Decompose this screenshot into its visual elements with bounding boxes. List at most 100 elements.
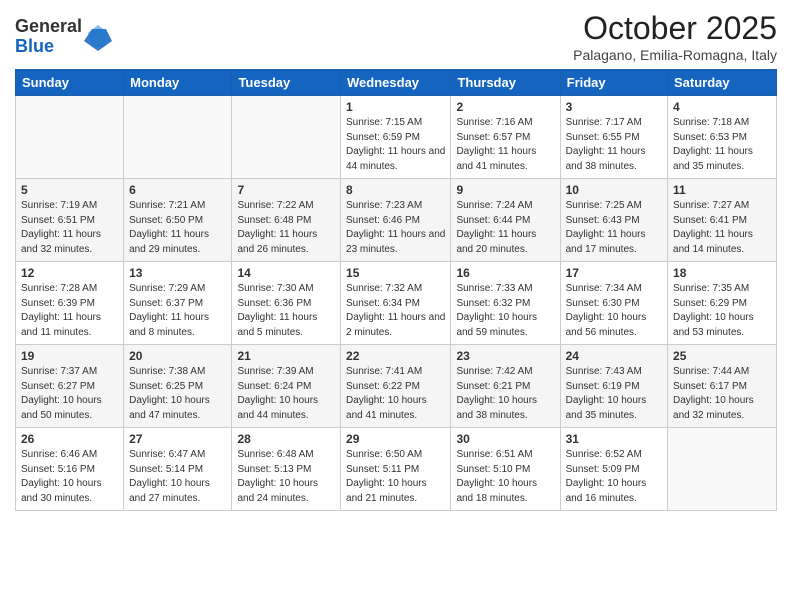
logo-text: General Blue	[15, 17, 82, 57]
table-row: 9 Sunrise: 7:24 AM Sunset: 6:44 PM Daylig…	[451, 179, 560, 262]
table-row: 25Sunrise: 7:44 AM Sunset: 6:17 PM Dayli…	[668, 345, 777, 428]
day-info: Sunrise: 6:48 AM Sunset: 5:13 PM Dayligh…	[237, 448, 335, 506]
day-number: 7	[237, 183, 335, 197]
day-info: Sunrise: 6:46 AM Sunset: 5:16 PM Dayligh…	[21, 448, 118, 506]
table-row: 4 Sunrise: 7:18 AM Sunset: 6:53 PM Daylig…	[668, 96, 777, 179]
header: General Blue October 2025 Palagano, Emil…	[15, 10, 777, 63]
day-info: Sunrise: 7:24 AM Sunset: 6:44 PM Dayligh…	[456, 199, 554, 257]
table-row: 22Sunrise: 7:41 AM Sunset: 6:22 PM Dayli…	[341, 345, 451, 428]
title-block: October 2025 Palagano, Emilia-Romagna, I…	[573, 10, 777, 63]
calendar-week-row: 19 Sunrise: 7:37 AM Sunset: 6:27 PM Dayli…	[16, 345, 777, 428]
table-row: 23 Sunrise: 7:42 AM Sunset: 6:21 PM Dayli…	[451, 345, 560, 428]
day-info: Sunrise: 7:18 AM Sunset: 6:53 PM Dayligh…	[673, 116, 771, 174]
day-number: 9	[456, 183, 554, 197]
day-info: Sunrise: 7:22 AM Sunset: 6:48 PM Dayligh…	[237, 199, 335, 257]
table-row: 28Sunrise: 6:48 AM Sunset: 5:13 PM Dayli…	[232, 428, 341, 511]
day-number: 27	[129, 432, 226, 446]
table-row: 19 Sunrise: 7:37 AM Sunset: 6:27 PM Dayli…	[16, 345, 124, 428]
col-tuesday: Tuesday	[232, 70, 341, 96]
day-info: Sunrise: 7:38 AM Sunset: 6:25 PM Dayligh…	[129, 365, 226, 423]
logo-blue: Blue	[15, 36, 54, 56]
day-info: Sunrise: 7:15 AM Sunset: 6:59 PM Dayligh…	[346, 116, 445, 174]
day-number: 4	[673, 100, 771, 114]
col-wednesday: Wednesday	[341, 70, 451, 96]
table-row: 29 Sunrise: 6:50 AM Sunset: 5:11 PM Dayli…	[341, 428, 451, 511]
day-info: Sunrise: 7:17 AM Sunset: 6:55 PM Dayligh…	[566, 116, 662, 174]
table-row	[232, 96, 341, 179]
location-title: Palagano, Emilia-Romagna, Italy	[573, 47, 777, 63]
col-friday: Friday	[560, 70, 667, 96]
day-info: Sunrise: 7:42 AM Sunset: 6:21 PM Dayligh…	[456, 365, 554, 423]
table-row: 1 Sunrise: 7:15 AM Sunset: 6:59 PM Daylig…	[341, 96, 451, 179]
day-number: 11	[673, 183, 771, 197]
table-row: 8 Sunrise: 7:23 AM Sunset: 6:46 PM Daylig…	[341, 179, 451, 262]
table-row: 13 Sunrise: 7:29 AM Sunset: 6:37 PM Dayli…	[124, 262, 232, 345]
day-number: 5	[21, 183, 118, 197]
day-number: 13	[129, 266, 226, 280]
day-number: 30	[456, 432, 554, 446]
day-info: Sunrise: 6:50 AM Sunset: 5:11 PM Dayligh…	[346, 448, 445, 506]
day-number: 26	[21, 432, 118, 446]
day-info: Sunrise: 7:16 AM Sunset: 6:57 PM Dayligh…	[456, 116, 554, 174]
day-number: 2	[456, 100, 554, 114]
day-info: Sunrise: 6:47 AM Sunset: 5:14 PM Dayligh…	[129, 448, 226, 506]
table-row	[124, 96, 232, 179]
day-info: Sunrise: 7:32 AM Sunset: 6:34 PM Dayligh…	[346, 282, 445, 340]
day-info: Sunrise: 7:29 AM Sunset: 6:37 PM Dayligh…	[129, 282, 226, 340]
table-row: 31Sunrise: 6:52 AM Sunset: 5:09 PM Dayli…	[560, 428, 667, 511]
table-row: 7 Sunrise: 7:22 AM Sunset: 6:48 PM Daylig…	[232, 179, 341, 262]
table-row: 21 Sunrise: 7:39 AM Sunset: 6:24 PM Dayli…	[232, 345, 341, 428]
table-row: 24 Sunrise: 7:43 AM Sunset: 6:19 PM Dayli…	[560, 345, 667, 428]
table-row: 5 Sunrise: 7:19 AM Sunset: 6:51 PM Daylig…	[16, 179, 124, 262]
day-number: 19	[21, 349, 118, 363]
day-number: 10	[566, 183, 662, 197]
table-row: 12 Sunrise: 7:28 AM Sunset: 6:39 PM Dayli…	[16, 262, 124, 345]
day-info: Sunrise: 7:33 AM Sunset: 6:32 PM Dayligh…	[456, 282, 554, 340]
day-info: Sunrise: 7:30 AM Sunset: 6:36 PM Dayligh…	[237, 282, 335, 340]
day-info: Sunrise: 7:23 AM Sunset: 6:46 PM Dayligh…	[346, 199, 445, 257]
day-number: 6	[129, 183, 226, 197]
day-info: Sunrise: 7:37 AM Sunset: 6:27 PM Dayligh…	[21, 365, 118, 423]
day-info: Sunrise: 7:19 AM Sunset: 6:51 PM Dayligh…	[21, 199, 118, 257]
table-row: 18Sunrise: 7:35 AM Sunset: 6:29 PM Dayli…	[668, 262, 777, 345]
day-number: 31	[566, 432, 662, 446]
day-info: Sunrise: 7:28 AM Sunset: 6:39 PM Dayligh…	[21, 282, 118, 340]
calendar-week-row: 12 Sunrise: 7:28 AM Sunset: 6:39 PM Dayli…	[16, 262, 777, 345]
col-thursday: Thursday	[451, 70, 560, 96]
table-row: 3 Sunrise: 7:17 AM Sunset: 6:55 PM Daylig…	[560, 96, 667, 179]
table-row: 6Sunrise: 7:21 AM Sunset: 6:50 PM Daylig…	[124, 179, 232, 262]
table-row: 30Sunrise: 6:51 AM Sunset: 5:10 PM Dayli…	[451, 428, 560, 511]
col-saturday: Saturday	[668, 70, 777, 96]
day-number: 1	[346, 100, 445, 114]
calendar-table: Sunday Monday Tuesday Wednesday Thursday…	[15, 69, 777, 511]
day-number: 15	[346, 266, 445, 280]
day-info: Sunrise: 7:34 AM Sunset: 6:30 PM Dayligh…	[566, 282, 662, 340]
day-number: 8	[346, 183, 445, 197]
day-info: Sunrise: 7:25 AM Sunset: 6:43 PM Dayligh…	[566, 199, 662, 257]
table-row: 15 Sunrise: 7:32 AM Sunset: 6:34 PM Dayli…	[341, 262, 451, 345]
day-number: 3	[566, 100, 662, 114]
calendar-week-row: 26 Sunrise: 6:46 AM Sunset: 5:16 PM Dayli…	[16, 428, 777, 511]
table-row: 26 Sunrise: 6:46 AM Sunset: 5:16 PM Dayli…	[16, 428, 124, 511]
day-number: 24	[566, 349, 662, 363]
logo: General Blue	[15, 17, 112, 57]
table-row	[16, 96, 124, 179]
table-row: 27 Sunrise: 6:47 AM Sunset: 5:14 PM Dayli…	[124, 428, 232, 511]
day-number: 14	[237, 266, 335, 280]
table-row: 20Sunrise: 7:38 AM Sunset: 6:25 PM Dayli…	[124, 345, 232, 428]
day-info: Sunrise: 7:44 AM Sunset: 6:17 PM Dayligh…	[673, 365, 771, 423]
logo-general: General	[15, 16, 82, 36]
day-info: Sunrise: 7:43 AM Sunset: 6:19 PM Dayligh…	[566, 365, 662, 423]
col-monday: Monday	[124, 70, 232, 96]
day-number: 18	[673, 266, 771, 280]
day-info: Sunrise: 7:27 AM Sunset: 6:41 PM Dayligh…	[673, 199, 771, 257]
day-number: 23	[456, 349, 554, 363]
day-info: Sunrise: 7:39 AM Sunset: 6:24 PM Dayligh…	[237, 365, 335, 423]
day-info: Sunrise: 7:41 AM Sunset: 6:22 PM Dayligh…	[346, 365, 445, 423]
day-number: 21	[237, 349, 335, 363]
day-number: 29	[346, 432, 445, 446]
table-row: 17Sunrise: 7:34 AM Sunset: 6:30 PM Dayli…	[560, 262, 667, 345]
calendar-week-row: 5 Sunrise: 7:19 AM Sunset: 6:51 PM Daylig…	[16, 179, 777, 262]
table-row	[668, 428, 777, 511]
day-number: 12	[21, 266, 118, 280]
